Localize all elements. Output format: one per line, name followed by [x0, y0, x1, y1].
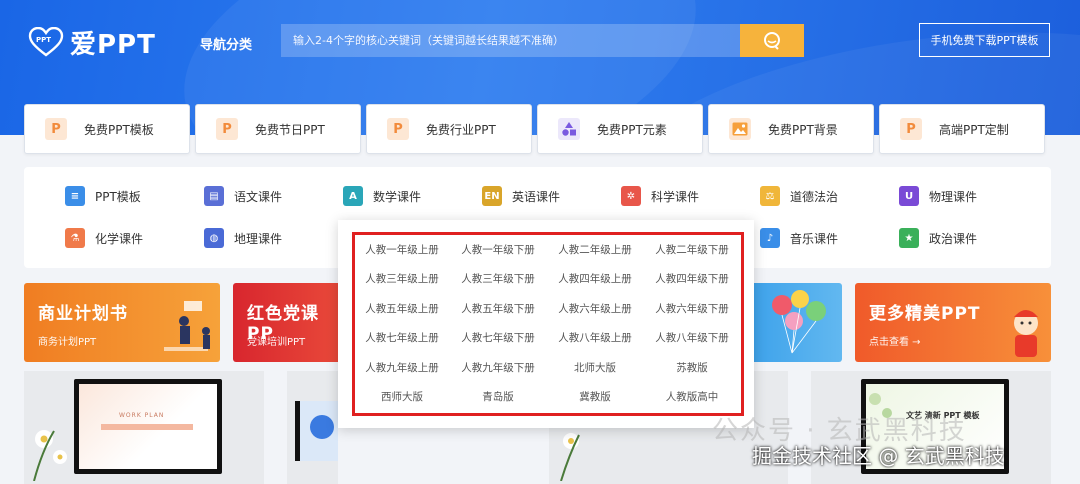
subject-geography[interactable]: ◍ 地理课件	[204, 228, 282, 248]
subject-label: 地理课件	[234, 231, 283, 246]
banner-music-balloons[interactable]	[742, 283, 842, 362]
category-card-custom[interactable]: P 高端PPT定制	[879, 104, 1045, 154]
banner-subtitle: 党课培训PPT	[247, 337, 306, 348]
logo-text: 爱PPT	[70, 29, 156, 60]
star-icon: ★	[899, 228, 919, 248]
category-card-free-templates[interactable]: P 免费PPT模板	[24, 104, 190, 154]
mascot-illustration	[1014, 310, 1038, 357]
category-label: 免费PPT模板	[84, 122, 154, 137]
subject-label: 英语课件	[512, 189, 561, 204]
subject-morality[interactable]: ⚖ 道德法治	[760, 186, 838, 206]
highlight-frame	[352, 232, 744, 416]
magnet-icon: U	[899, 186, 919, 206]
template-preview-label: WORK PLAN	[119, 412, 165, 419]
category-row: P 免费PPT模板 P 免费节日PPT P 免费行业PPT 免费PPT元素 免费…	[24, 104, 1051, 154]
site-logo[interactable]: PPT 爱PPT	[28, 24, 156, 60]
subject-physics[interactable]: U 物理课件	[899, 186, 977, 206]
music-icon: ♪	[760, 228, 780, 248]
category-card-elements[interactable]: 免费PPT元素	[537, 104, 703, 154]
book-icon: ▤	[204, 186, 224, 206]
shapes-icon	[558, 118, 580, 140]
category-label: 免费PPT背景	[768, 122, 838, 137]
logo-small-text: PPT	[36, 36, 52, 44]
flower-decoration	[33, 430, 67, 481]
layers-icon: ≡	[65, 186, 85, 206]
subject-chemistry[interactable]: ⚗ 化学课件	[65, 228, 143, 248]
banner-subtitle: 商务计划PPT	[38, 337, 97, 348]
ppt-icon: P	[45, 118, 67, 140]
circle-graphic	[310, 415, 334, 439]
subject-math[interactable]: A 数学课件	[343, 186, 421, 206]
subject-chinese[interactable]: ▤ 语文课件	[204, 186, 282, 206]
subject-label: PPT模板	[95, 189, 141, 204]
ppt-icon: P	[900, 118, 922, 140]
subject-label: 物理课件	[929, 189, 978, 204]
category-label: 高端PPT定制	[939, 122, 1009, 137]
banner-subtitle: 点击查看 →	[869, 337, 921, 348]
ppt-icon: P	[387, 118, 409, 140]
category-card-backgrounds[interactable]: 免费PPT背景	[708, 104, 874, 154]
en-icon: EN	[482, 186, 502, 206]
banner-title: 商业计划书	[38, 304, 128, 324]
category-label: 免费行业PPT	[426, 122, 496, 137]
category-label: 免费PPT元素	[597, 122, 667, 137]
subject-label: 科学课件	[651, 189, 700, 204]
compass-icon: A	[343, 186, 363, 206]
business-illustration	[164, 301, 210, 351]
watermark-bottom: 掘金技术社区 @ 玄武黑科技	[752, 444, 1005, 468]
category-label: 免费节日PPT	[255, 122, 325, 137]
template-card-blue[interactable]	[287, 371, 338, 484]
banner-more-ppt[interactable]: 更多精美PPT 点击查看 →	[855, 283, 1051, 362]
subject-label: 化学课件	[95, 231, 144, 246]
template-card-work-plan[interactable]: WORK PLAN	[24, 371, 264, 484]
banner-title: 更多精美PPT	[869, 304, 981, 324]
balloons-illustration	[772, 290, 826, 354]
flask-icon: ⚗	[65, 228, 85, 248]
subject-label: 音乐课件	[790, 231, 839, 246]
monitor-preview	[295, 401, 338, 461]
subject-science[interactable]: ✲ 科学课件	[621, 186, 699, 206]
subject-english[interactable]: EN 英语课件	[482, 186, 560, 206]
subject-label: 道德法治	[790, 189, 839, 204]
search-bar	[281, 24, 804, 57]
banner-party-lesson[interactable]: 红色党课PP 党课培训PPT	[233, 283, 343, 362]
search-button[interactable]	[740, 24, 804, 57]
subject-ppt-templates[interactable]: ≡ PPT模板	[65, 186, 141, 206]
globe-icon: ◍	[204, 228, 224, 248]
banner-business-plan[interactable]: 商业计划书 商务计划PPT	[24, 283, 220, 362]
heart-logo-icon: PPT	[28, 26, 64, 57]
subject-label: 数学课件	[373, 189, 422, 204]
subject-politics[interactable]: ★ 政治课件	[899, 228, 977, 248]
subject-label: 政治课件	[929, 231, 978, 246]
mobile-download-button[interactable]: 手机免费下载PPT模板	[919, 23, 1050, 57]
nav-category-link[interactable]: 导航分类	[200, 34, 252, 53]
title-line	[101, 424, 193, 430]
subject-music[interactable]: ♪ 音乐课件	[760, 228, 838, 248]
search-icon	[764, 31, 780, 50]
category-card-festival[interactable]: P 免费节日PPT	[195, 104, 361, 154]
ppt-icon: P	[216, 118, 238, 140]
search-input[interactable]	[281, 24, 740, 57]
scale-icon: ⚖	[760, 186, 780, 206]
atom-icon: ✲	[621, 186, 641, 206]
monitor-preview: WORK PLAN	[74, 379, 222, 474]
image-icon	[729, 118, 751, 140]
category-card-industry[interactable]: P 免费行业PPT	[366, 104, 532, 154]
subject-label: 语文课件	[234, 189, 283, 204]
